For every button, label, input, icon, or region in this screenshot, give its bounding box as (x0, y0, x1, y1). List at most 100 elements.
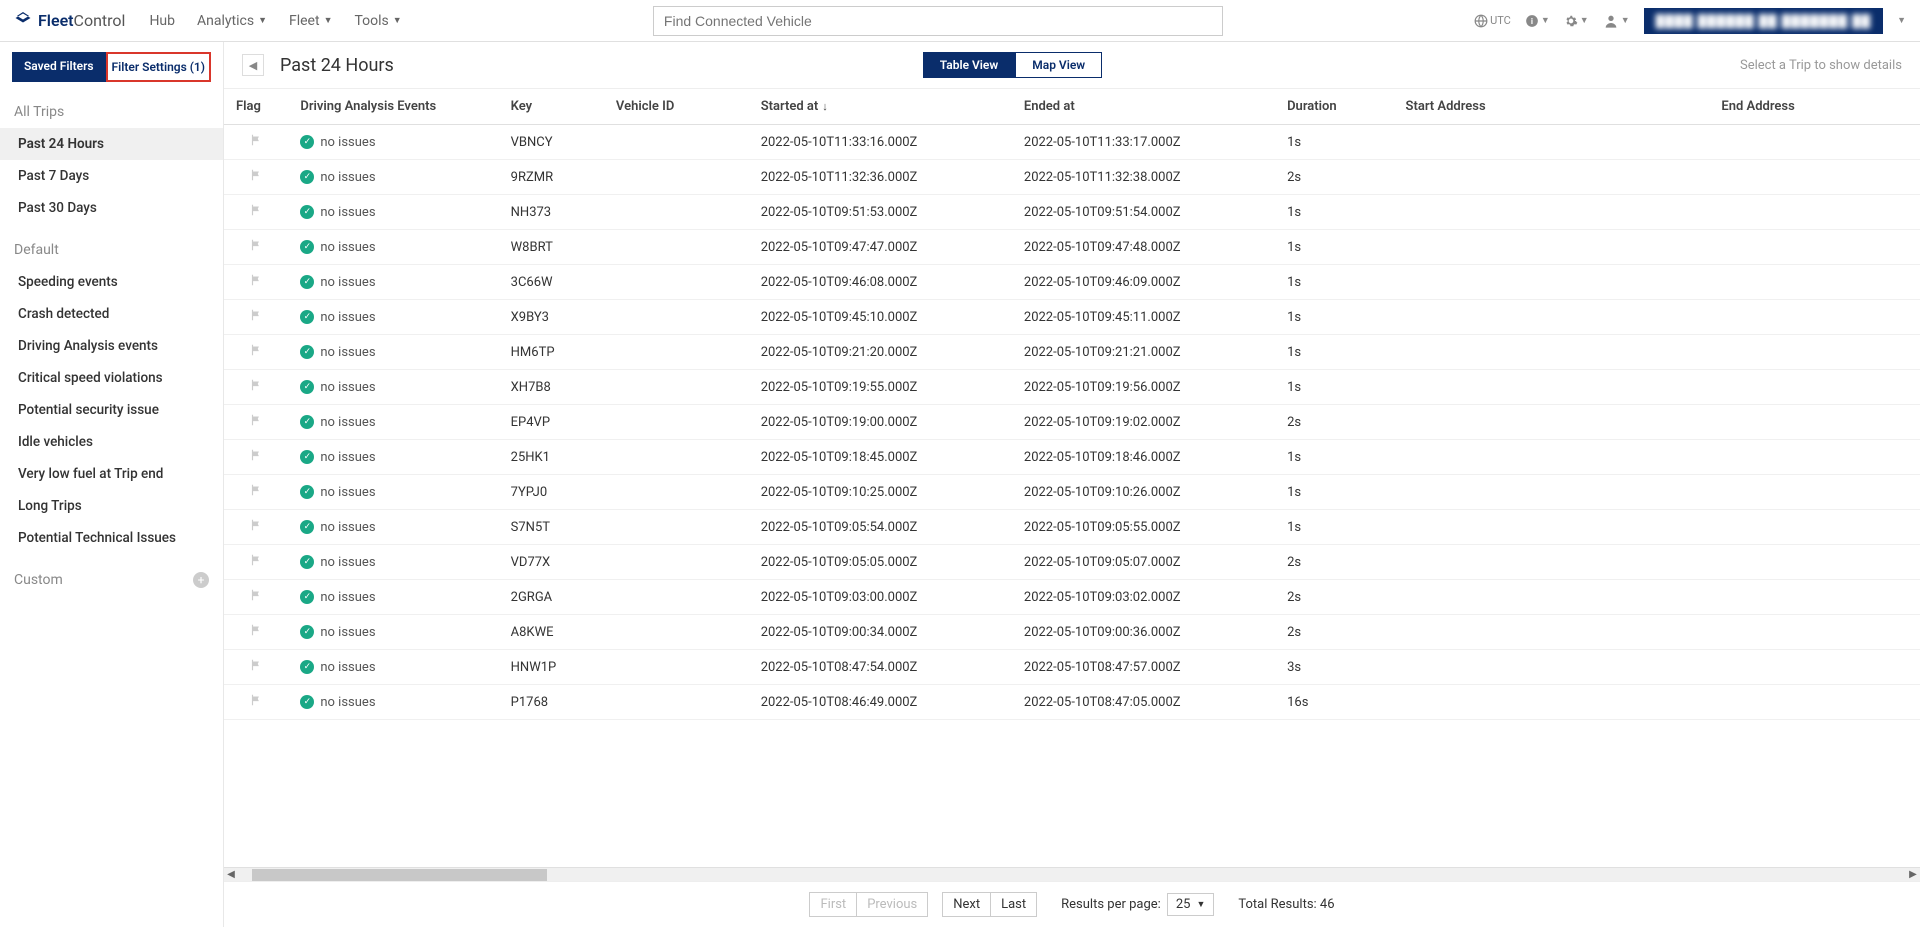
nav-item-analytics[interactable]: Analytics▼ (197, 13, 267, 29)
no-issues-label: no issues (320, 310, 375, 325)
collapse-sidebar-button[interactable]: ◀ (242, 54, 264, 76)
col-duration[interactable]: Duration (1275, 89, 1393, 125)
tab-saved-filters[interactable]: Saved Filters (12, 52, 106, 82)
ended-cell: 2022-05-10T09:05:55.000Z (1012, 510, 1275, 545)
last-page-button[interactable]: Last (991, 892, 1037, 917)
sidebar-item-very-low-fuel-at-trip-end[interactable]: Very low fuel at Trip end (0, 458, 223, 490)
sidebar-item-crash-detected[interactable]: Crash detected (0, 298, 223, 330)
col-started-at[interactable]: Started at↓ (749, 89, 1012, 125)
col-ended-at[interactable]: Ended at (1012, 89, 1275, 125)
sidebar-item-past-30-days[interactable]: Past 30 Days (0, 192, 223, 224)
sidebar-item-past-7-days[interactable]: Past 7 Days (0, 160, 223, 192)
horizontal-scrollbar[interactable]: ◀ ▶ (224, 867, 1920, 881)
sidebar-item-past-24-hours[interactable]: Past 24 Hours (0, 128, 223, 160)
first-page-button[interactable]: First (809, 892, 857, 917)
table-row[interactable]: ✓no issuesVBNCY2022-05-10T11:33:16.000Z2… (224, 125, 1920, 160)
flag-cell[interactable] (224, 370, 288, 405)
table-row[interactable]: ✓no issues3C66W2022-05-10T09:46:08.000Z2… (224, 265, 1920, 300)
sidebar-item-potential-security-issue[interactable]: Potential security issue (0, 394, 223, 426)
flag-cell[interactable] (224, 615, 288, 650)
sidebar-item-potential-technical-issues[interactable]: Potential Technical Issues (0, 522, 223, 554)
vehicle-id-cell (604, 160, 749, 195)
table-row[interactable]: ✓no issuesX9BY32022-05-10T09:45:10.000Z2… (224, 300, 1920, 335)
col-end-address[interactable]: End Address (1709, 89, 1920, 125)
sidebar-item-idle-vehicles[interactable]: Idle vehicles (0, 426, 223, 458)
flag-cell[interactable] (224, 300, 288, 335)
section-all-trips: All Trips (0, 96, 223, 128)
duration-cell: 2s (1275, 615, 1393, 650)
flag-cell[interactable] (224, 195, 288, 230)
flag-cell[interactable] (224, 475, 288, 510)
info-menu[interactable]: i ▼ (1525, 14, 1550, 28)
sidebar-item-long-trips[interactable]: Long Trips (0, 490, 223, 522)
scroll-thumb[interactable] (252, 869, 547, 881)
table-row[interactable]: ✓no issues9RZMR2022-05-10T11:32:36.000Z2… (224, 160, 1920, 195)
scroll-right-arrow[interactable]: ▶ (1906, 869, 1920, 880)
scroll-track[interactable] (252, 869, 1892, 881)
prev-page-button[interactable]: Previous (857, 892, 928, 917)
flag-cell[interactable] (224, 650, 288, 685)
tab-filter-settings[interactable]: Filter Settings (1) (106, 52, 212, 82)
flag-cell[interactable] (224, 440, 288, 475)
col-key[interactable]: Key (499, 89, 604, 125)
flag-cell[interactable] (224, 125, 288, 160)
table-row[interactable]: ✓no issuesA8KWE2022-05-10T09:00:34.000Z2… (224, 615, 1920, 650)
flag-cell[interactable] (224, 230, 288, 265)
table-row[interactable]: ✓no issuesVD77X2022-05-10T09:05:05.000Z2… (224, 545, 1920, 580)
flag-cell[interactable] (224, 545, 288, 580)
col-vehicle-id[interactable]: Vehicle ID (604, 89, 749, 125)
map-view-toggle[interactable]: Map View (1015, 52, 1102, 78)
flag-icon (249, 343, 263, 357)
next-page-button[interactable]: Next (942, 892, 991, 917)
no-issues-label: no issues (320, 485, 375, 500)
flag-cell[interactable] (224, 160, 288, 195)
table-row[interactable]: ✓no issues25HK12022-05-10T09:18:45.000Z2… (224, 440, 1920, 475)
ended-cell: 2022-05-10T11:33:17.000Z (1012, 125, 1275, 160)
table-view-toggle[interactable]: Table View (923, 52, 1016, 78)
rpp-select[interactable]: 25 ▼ (1167, 893, 1215, 916)
no-issues-label: no issues (320, 520, 375, 535)
col-start-address[interactable]: Start Address (1394, 89, 1710, 125)
scroll-left-arrow[interactable]: ◀ (224, 869, 238, 880)
add-custom-filter-button[interactable]: + (193, 572, 209, 588)
table-wrap[interactable]: FlagDriving Analysis EventsKeyVehicle ID… (224, 89, 1920, 867)
no-issues-label: no issues (320, 660, 375, 675)
nav-item-hub[interactable]: Hub (149, 13, 175, 29)
sidebar-item-critical-speed-violations[interactable]: Critical speed violations (0, 362, 223, 394)
flag-cell[interactable] (224, 265, 288, 300)
table-row[interactable]: ✓no issues7YPJ02022-05-10T09:10:25.000Z2… (224, 475, 1920, 510)
col-driving-analysis-events[interactable]: Driving Analysis Events (288, 89, 498, 125)
table-row[interactable]: ✓no issuesXH7B82022-05-10T09:19:55.000Z2… (224, 370, 1920, 405)
nav-item-fleet[interactable]: Fleet▼ (289, 13, 333, 29)
nav-item-tools[interactable]: Tools▼ (354, 13, 401, 29)
flag-cell[interactable] (224, 405, 288, 440)
logo-icon (14, 12, 32, 30)
end-address-cell (1709, 405, 1920, 440)
sidebar-item-driving-analysis-events[interactable]: Driving Analysis events (0, 330, 223, 362)
table-row[interactable]: ✓no issuesS7N5T2022-05-10T09:05:54.000Z2… (224, 510, 1920, 545)
col-flag[interactable]: Flag (224, 89, 288, 125)
table-row[interactable]: ✓no issues2GRGA2022-05-10T09:03:00.000Z2… (224, 580, 1920, 615)
table-row[interactable]: ✓no issuesHNW1P2022-05-10T08:47:54.000Z2… (224, 650, 1920, 685)
user-menu[interactable]: ▼ (1603, 13, 1630, 29)
info-icon: i (1525, 14, 1539, 28)
flag-cell[interactable] (224, 685, 288, 720)
sidebar-item-speeding-events[interactable]: Speeding events (0, 266, 223, 298)
flag-cell[interactable] (224, 335, 288, 370)
table-row[interactable]: ✓no issuesNH3732022-05-10T09:51:53.000Z2… (224, 195, 1920, 230)
settings-menu[interactable]: ▼ (1564, 14, 1589, 28)
account-badge[interactable]: ████ ██████ ██ ███████ ██ (1644, 8, 1883, 34)
caret-down-icon[interactable]: ▼ (1897, 15, 1906, 26)
table-row[interactable]: ✓no issuesW8BRT2022-05-10T09:47:47.000Z2… (224, 230, 1920, 265)
table-row[interactable]: ✓no issuesP17682022-05-10T08:46:49.000Z2… (224, 685, 1920, 720)
table-row[interactable]: ✓no issuesEP4VP2022-05-10T09:19:00.000Z2… (224, 405, 1920, 440)
app-logo[interactable]: FleetControl (14, 11, 125, 30)
duration-cell: 16s (1275, 685, 1393, 720)
flag-cell[interactable] (224, 510, 288, 545)
timezone-selector[interactable]: UTC (1474, 14, 1511, 28)
search-input[interactable] (653, 6, 1223, 36)
table-row[interactable]: ✓no issuesHM6TP2022-05-10T09:21:20.000Z2… (224, 335, 1920, 370)
caret-down-icon: ▼ (258, 15, 267, 26)
flag-cell[interactable] (224, 580, 288, 615)
start-address-cell (1394, 405, 1710, 440)
